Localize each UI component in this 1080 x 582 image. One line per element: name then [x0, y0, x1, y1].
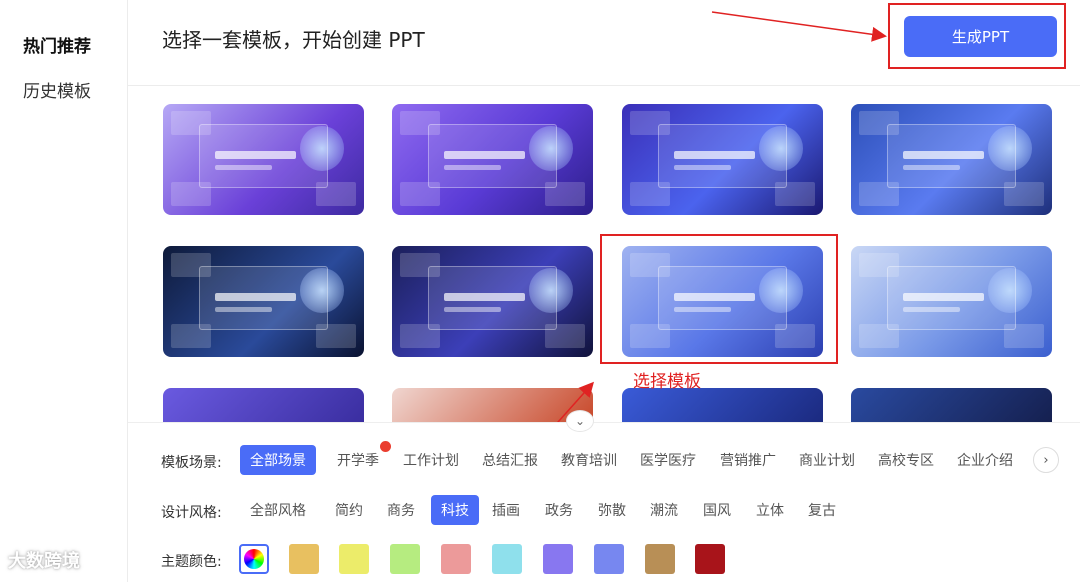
style-chip[interactable]: 简约: [325, 495, 373, 525]
template-thumbnail: [392, 104, 593, 215]
style-label: 设计风格:: [161, 505, 222, 521]
style-chip[interactable]: 插画: [482, 495, 530, 525]
style-chip[interactable]: 商务: [377, 495, 425, 525]
scene-chip[interactable]: 营销推广: [710, 445, 786, 475]
template-card-partial[interactable]: [392, 388, 593, 422]
scene-chip[interactable]: 工作计划: [393, 445, 469, 475]
collapse-chevron-icon[interactable]: ⌄: [566, 410, 594, 432]
template-thumbnail: [851, 246, 1052, 357]
header: 选择一套模板，开始创建 PPT 生成PPT: [128, 0, 1080, 86]
color-all-swatch[interactable]: [239, 544, 269, 574]
template-card[interactable]: [392, 104, 593, 215]
style-chip[interactable]: 潮流: [640, 495, 688, 525]
scene-chip[interactable]: 全部场景: [240, 445, 316, 475]
sidebar-item-hot[interactable]: 热门推荐: [23, 32, 91, 57]
scene-chip[interactable]: 企业介绍: [947, 445, 1023, 475]
scene-chip[interactable]: 开学季: [327, 441, 391, 475]
template-card-partial[interactable]: [163, 388, 364, 422]
template-thumbnail: [163, 104, 364, 215]
template-card[interactable]: [622, 246, 823, 357]
color-swatch[interactable]: [543, 544, 573, 574]
template-thumbnail: [622, 104, 823, 215]
color-swatch[interactable]: [390, 544, 420, 574]
template-thumbnail: [163, 246, 364, 357]
template-card-partial[interactable]: [851, 388, 1052, 422]
template-card[interactable]: [851, 104, 1052, 215]
style-chip[interactable]: 科技: [431, 495, 479, 525]
template-thumbnail: [851, 104, 1052, 215]
style-chip[interactable]: 立体: [746, 495, 794, 525]
chevron-right-icon[interactable]: ›: [1033, 447, 1059, 473]
style-chip[interactable]: 弥散: [588, 495, 636, 525]
template-card[interactable]: [163, 104, 364, 215]
style-chip[interactable]: 政务: [535, 495, 583, 525]
color-swatch[interactable]: [441, 544, 471, 574]
color-label: 主题颜色:: [161, 554, 222, 570]
page-title: 选择一套模板，开始创建 PPT: [162, 28, 425, 52]
template-card[interactable]: [851, 246, 1052, 357]
watermark-logo: 大数跨境: [8, 551, 80, 572]
template-thumbnail: [392, 246, 593, 357]
color-swatch[interactable]: [492, 544, 522, 574]
color-swatch[interactable]: [339, 544, 369, 574]
scene-label: 模板场景:: [161, 455, 222, 471]
annotation-select-template: 选择模板: [633, 372, 701, 392]
style-chip[interactable]: 全部风格: [240, 495, 316, 525]
scene-chip[interactable]: 总结汇报: [472, 445, 548, 475]
color-swatch[interactable]: [695, 544, 725, 574]
scene-chip[interactable]: 高校专区: [868, 445, 944, 475]
template-card[interactable]: [163, 246, 364, 357]
scene-chip[interactable]: 教育培训: [551, 445, 627, 475]
color-wheel-icon: [244, 549, 264, 569]
template-card[interactable]: [392, 246, 593, 357]
template-thumbnail: [622, 246, 823, 357]
color-swatch[interactable]: [289, 544, 319, 574]
generate-ppt-button[interactable]: 生成PPT: [904, 16, 1057, 57]
template-card[interactable]: [622, 104, 823, 215]
style-chip[interactable]: 国风: [693, 495, 741, 525]
sidebar-item-history[interactable]: 历史模板: [23, 77, 91, 102]
sidebar: 热门推荐 历史模板: [0, 0, 128, 582]
color-swatch[interactable]: [645, 544, 675, 574]
scene-chip[interactable]: 商业计划: [789, 445, 865, 475]
template-card-partial[interactable]: [622, 388, 823, 422]
color-swatch[interactable]: [594, 544, 624, 574]
hot-badge-icon: [380, 441, 391, 452]
scene-chip[interactable]: 医学医疗: [630, 445, 706, 475]
style-chip[interactable]: 复古: [798, 495, 846, 525]
